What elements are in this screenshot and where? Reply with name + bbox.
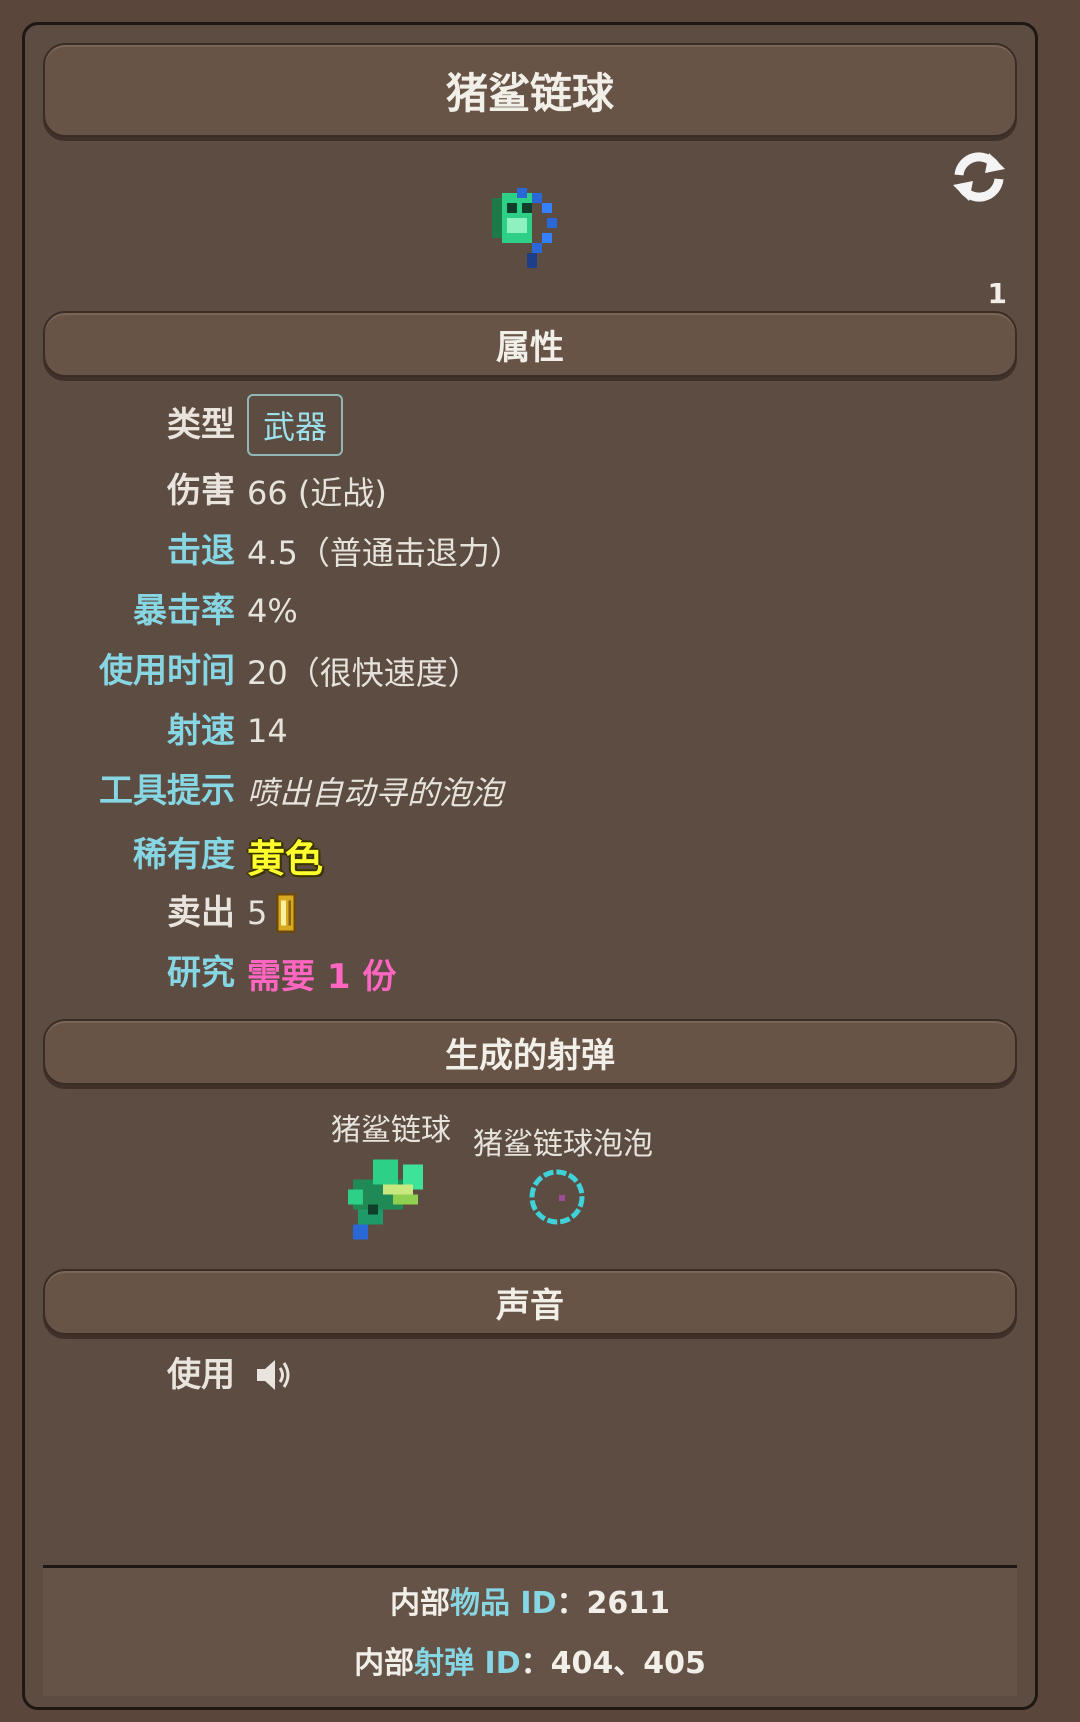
stat-damage-row: 伤害 66 (近战)	[25, 463, 387, 519]
stat-crit-row: 暴击率 4%	[25, 583, 298, 639]
item-id-value: ：2611	[556, 1586, 671, 1621]
stat-value: 喷出自动寻的泡泡	[247, 774, 504, 812]
item-card: 猪鲨链球 1 属性 类型 武器 伤害 66 (近战) 击退 4.5（普通击退力）	[22, 22, 1038, 1710]
stat-label[interactable]: 使用时间	[25, 643, 235, 692]
rarity-value: 黄色	[247, 836, 324, 881]
projectile-id-value: ：404、405	[520, 1646, 706, 1681]
internal-id-footer: 内部物品 ID：2611 内部射弹 ID：404、405	[43, 1565, 1017, 1696]
sound-label: 使用	[167, 1355, 235, 1395]
bubble-icon[interactable]	[525, 1165, 589, 1229]
stat-label: 卖出	[167, 893, 235, 933]
projectile-name[interactable]: 猪鲨链球	[331, 1105, 451, 1149]
weapon-sprite-icon	[492, 188, 557, 268]
stat-label[interactable]: 工具提示	[25, 763, 235, 812]
stat-value: 66 (近战)	[247, 474, 387, 512]
item-id-key[interactable]: 物品 ID	[450, 1586, 557, 1621]
speaker-icon[interactable]	[253, 1355, 293, 1395]
gold-coin-icon	[276, 893, 297, 933]
stat-knockback-row: 击退 4.5（普通击退力）	[25, 523, 522, 579]
stat-label[interactable]: 击退	[25, 523, 235, 572]
sound-row: 使用	[25, 1347, 293, 1403]
stat-usetime-row: 使用时间 20（很快速度）	[25, 643, 480, 699]
stat-label: 伤害	[167, 471, 235, 511]
stat-rarity-row: 稀有度 黄色	[25, 827, 323, 883]
section-sounds: 声音	[43, 1269, 1017, 1335]
projectile-id-prefix: 内部	[354, 1646, 415, 1681]
stat-value: 4.5（普通击退力）	[247, 534, 522, 572]
item-id-row: 内部物品 ID：2611	[43, 1578, 1017, 1622]
research-value: 需要 1 份	[247, 956, 397, 997]
section-projectiles: 生成的射弹	[43, 1019, 1017, 1085]
projectile-id-row: 内部射弹 ID：404、405	[43, 1638, 1017, 1682]
projectile-name[interactable]: 猪鲨链球泡泡	[473, 1119, 653, 1163]
projectile-id-key[interactable]: 射弹 ID	[414, 1646, 521, 1681]
flail-head-icon[interactable]	[343, 1149, 433, 1245]
stat-label[interactable]: 研究	[25, 945, 235, 994]
stat-sell-row: 卖出 5	[25, 885, 301, 941]
stat-label[interactable]: 暴击率	[25, 583, 235, 632]
stat-label[interactable]: 射速	[25, 703, 235, 752]
side-mark: 1	[987, 277, 1007, 310]
stat-value: 14	[247, 712, 288, 750]
stat-label[interactable]: 稀有度	[25, 827, 235, 876]
stat-label: 类型	[167, 405, 235, 445]
stat-tooltip-row: 工具提示 喷出自动寻的泡泡	[25, 763, 503, 819]
stat-research-row: 研究 需要 1 份	[25, 945, 396, 1001]
stat-type-row: 类型 武器	[25, 394, 344, 456]
item-id-prefix: 内部	[389, 1586, 450, 1621]
type-chip[interactable]: 武器	[247, 394, 344, 456]
section-attributes: 属性	[43, 311, 1017, 377]
stat-value: 4%	[247, 592, 298, 630]
stat-velocity-row: 射速 14	[25, 703, 288, 759]
refresh-icon[interactable]	[947, 145, 1011, 209]
stat-value: 20（很快速度）	[247, 654, 480, 692]
stat-value: 5	[247, 894, 268, 932]
item-title: 猪鲨链球	[43, 43, 1017, 137]
